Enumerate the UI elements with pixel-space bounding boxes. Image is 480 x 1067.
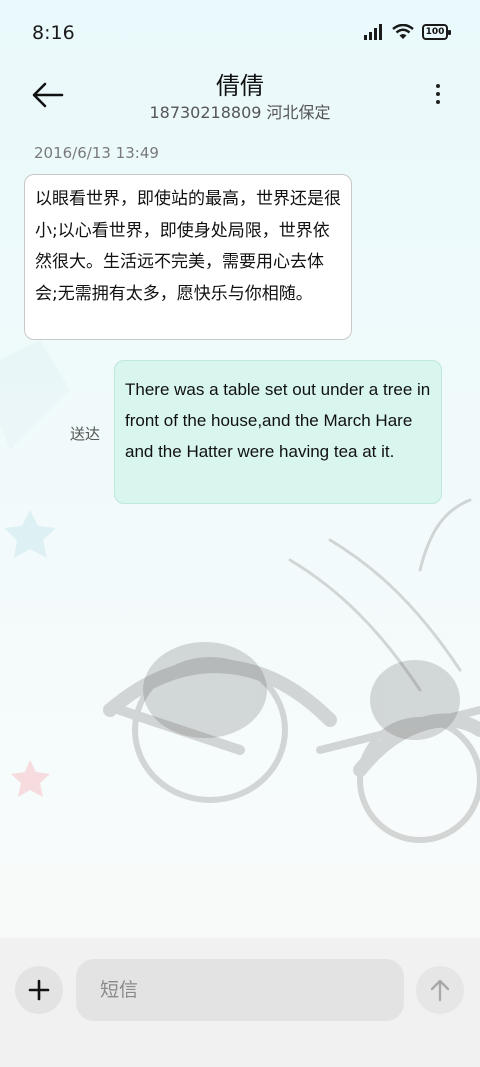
outgoing-message-text: There was a table set out under a tree i…	[125, 380, 431, 461]
contact-name: 倩倩	[216, 72, 264, 100]
conversation-header: 倩倩 18730218809 河北保定	[0, 62, 480, 132]
contact-number-location: 18730218809 河北保定	[149, 103, 331, 122]
arrow-up-icon	[430, 979, 450, 1002]
delivery-status: 送达	[70, 425, 101, 443]
message-timestamp: 2016/6/13 13:49	[34, 144, 159, 162]
composer-bar	[0, 938, 480, 1067]
message-input[interactable]	[76, 959, 404, 1021]
add-attachment-button[interactable]	[15, 966, 63, 1014]
signal-icon	[364, 24, 382, 40]
battery-icon: 100	[422, 24, 451, 40]
status-icons: 100	[364, 24, 451, 40]
plus-icon	[28, 979, 50, 1001]
send-button[interactable]	[416, 966, 464, 1014]
incoming-message-bubble[interactable]: 以眼看世界，即使站的最高，世界还是很小;以心看世界，即使身处局限，世界依然很大。…	[24, 174, 352, 340]
wifi-icon	[392, 24, 414, 39]
incoming-message-text: 以眼看世界，即使站的最高，世界还是很小;以心看世界，即使身处局限，世界依然很大。…	[35, 189, 341, 304]
status-time: 8:16	[32, 22, 75, 44]
more-options-icon[interactable]	[432, 80, 444, 110]
status-bar: 8:16 100	[0, 0, 480, 66]
outgoing-message-bubble[interactable]: There was a table set out under a tree i…	[114, 360, 442, 504]
